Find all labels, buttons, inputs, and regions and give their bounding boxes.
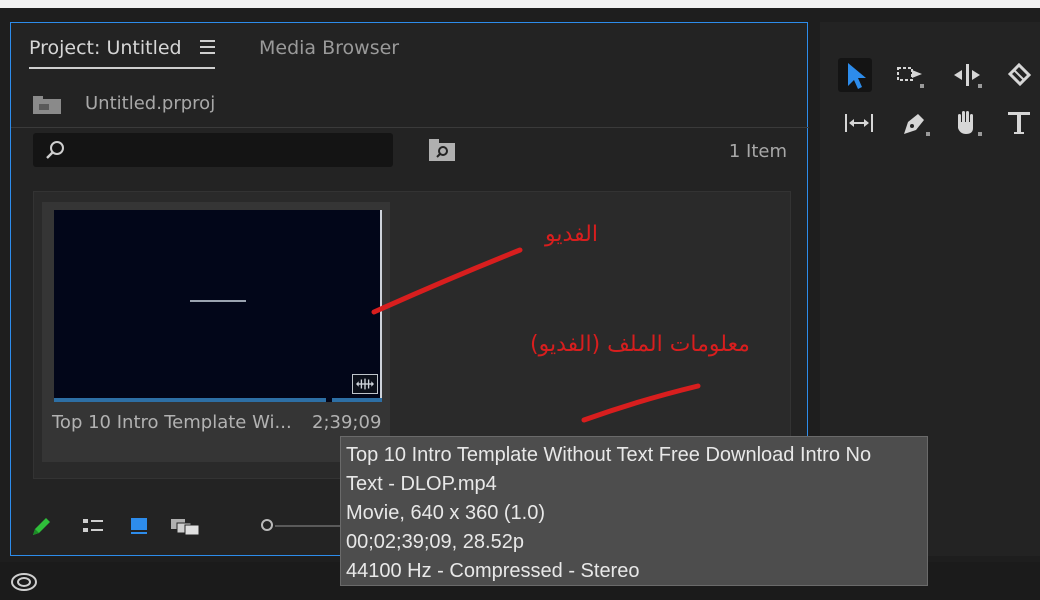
item-count: 1 Item bbox=[728, 141, 787, 162]
track-select-icon bbox=[897, 67, 924, 88]
clip-tile[interactable]: Top 10 Intro Template Wi... 2;39;09 bbox=[42, 202, 390, 462]
hand-tool[interactable] bbox=[950, 106, 984, 140]
pencil-icon[interactable] bbox=[29, 515, 53, 537]
project-file-name: Untitled.prproj bbox=[85, 93, 216, 114]
slip-tool[interactable] bbox=[842, 106, 876, 140]
pen-icon bbox=[904, 114, 930, 136]
clip-name: Top 10 Intro Template Wi... bbox=[52, 412, 292, 433]
clip-thumbnail[interactable] bbox=[54, 210, 382, 402]
search-input[interactable] bbox=[33, 133, 393, 167]
tooltip-line: Movie, 640 x 360 (1.0) bbox=[346, 502, 545, 524]
playhead-line bbox=[380, 210, 382, 402]
tooltip-line: 00;02;39;09, 28.52p bbox=[346, 531, 524, 553]
search-icon bbox=[46, 141, 64, 159]
pen-tool[interactable] bbox=[898, 106, 932, 140]
ripple-edit-icon bbox=[954, 64, 982, 88]
hand-icon bbox=[958, 111, 982, 136]
active-tab-indicator bbox=[29, 67, 215, 69]
ripple-edit-tool[interactable] bbox=[950, 58, 984, 92]
tab-project[interactable]: Project: Untitled bbox=[29, 37, 182, 59]
razor-icon bbox=[1007, 62, 1032, 87]
new-search-bin-icon[interactable] bbox=[429, 139, 455, 161]
selection-tool[interactable] bbox=[838, 58, 872, 92]
tooltip-line: Top 10 Intro Template Without Text Free … bbox=[346, 444, 872, 466]
selection-arrow-icon bbox=[848, 63, 866, 89]
list-view-icon[interactable] bbox=[81, 515, 105, 537]
razor-tool[interactable] bbox=[1002, 58, 1036, 92]
annotation-label-video: الفديو bbox=[545, 222, 598, 247]
tooltip-line: 44100 Hz - Compressed - Stereo bbox=[346, 560, 640, 582]
annotation-label-file-info: معلومات الملف (الفديو) bbox=[530, 332, 750, 357]
panel-menu-icon[interactable] bbox=[200, 40, 215, 54]
panel-divider bbox=[11, 127, 809, 128]
clip-progress-bar bbox=[54, 398, 382, 402]
tooltip-line: Text - DLOP.mp4 bbox=[346, 473, 497, 495]
audio-waveform-icon bbox=[352, 374, 378, 394]
freeform-view-icon[interactable] bbox=[169, 515, 205, 537]
slip-icon bbox=[845, 114, 873, 132]
thumbnail-content bbox=[190, 300, 246, 302]
creative-cloud-icon[interactable] bbox=[10, 572, 38, 592]
window-top-strip bbox=[0, 0, 1040, 8]
track-select-tool[interactable] bbox=[894, 58, 928, 92]
clip-duration: 2;39;09 bbox=[312, 412, 382, 433]
type-tool[interactable] bbox=[1002, 106, 1036, 140]
type-icon bbox=[1008, 112, 1030, 134]
zoom-slider-handle[interactable] bbox=[261, 519, 273, 531]
tab-media-browser[interactable]: Media Browser bbox=[259, 37, 399, 59]
panel-bottom-toolbar bbox=[29, 511, 359, 541]
clip-info-tooltip: Top 10 Intro Template Without Text Free … bbox=[340, 436, 928, 586]
project-folder-icon bbox=[33, 96, 61, 114]
icon-view-icon[interactable] bbox=[127, 515, 151, 537]
